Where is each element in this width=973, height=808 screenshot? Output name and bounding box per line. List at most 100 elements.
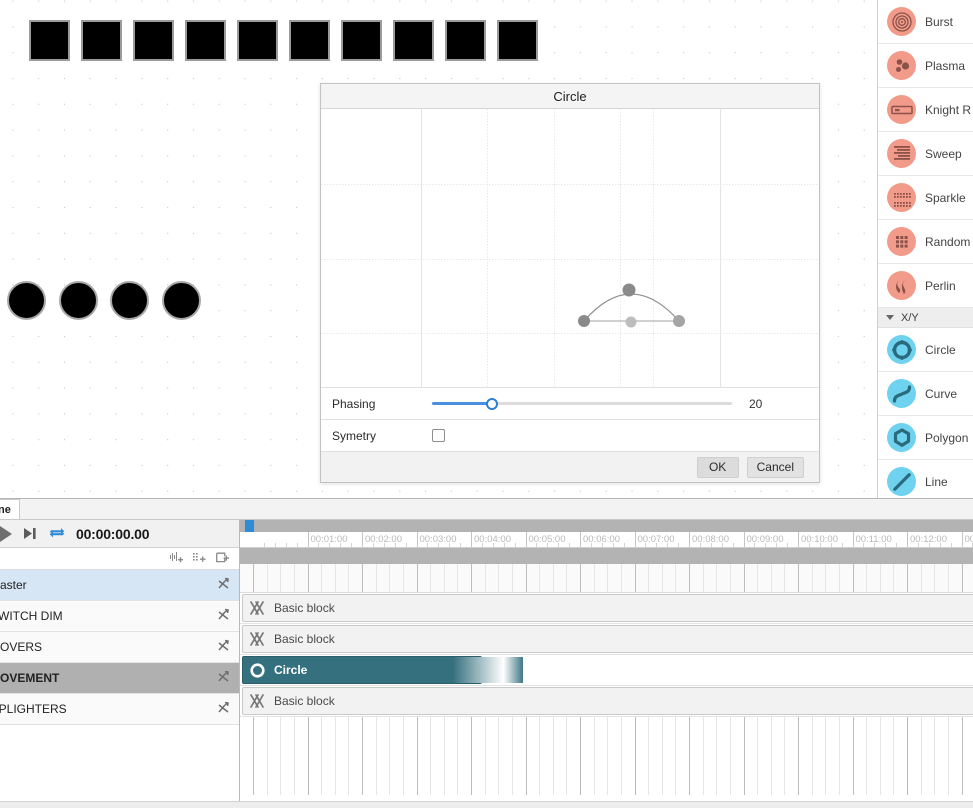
fixture-square[interactable] (393, 20, 434, 61)
fixture-square[interactable] (29, 20, 70, 61)
track-row-switch-dim[interactable]: SWITCH DIM (0, 601, 239, 632)
effect-item-burst[interactable]: Burst (878, 0, 973, 44)
timeline-gridline (634, 717, 636, 795)
track-row-uplighters[interactable]: UPLIGHTERS (0, 694, 239, 725)
timecode-display[interactable]: 00:00:00.00 (76, 526, 150, 542)
track-effect-icon[interactable] (217, 639, 230, 655)
circle-effect-dialog[interactable]: Circle Phasing 20 Symetry OK Cancel (320, 83, 820, 483)
ruler-tick-minor (547, 543, 549, 547)
track-effect-icon[interactable] (217, 670, 230, 686)
clip-lane[interactable]: Circle (240, 655, 973, 686)
ruler-tick-minor (351, 543, 353, 547)
fixture-circle[interactable] (59, 281, 98, 320)
ruler-tick-minor (874, 543, 876, 547)
fixture-square[interactable] (497, 20, 538, 61)
cancel-button[interactable]: Cancel (746, 456, 804, 478)
clip-lane[interactable]: Basic block (240, 686, 973, 717)
effect-item-perlin[interactable]: Perlin (878, 264, 973, 308)
slider-knob[interactable] (486, 397, 498, 410)
add-effect-track-icon[interactable] (193, 552, 207, 566)
timeline-clip[interactable]: Basic block (242, 594, 973, 622)
add-group-track-icon[interactable] (216, 552, 230, 566)
ruler-label: 00:01:00 (310, 534, 348, 545)
bezier-curve-graphic[interactable] (321, 109, 819, 387)
timeline-clip[interactable]: Basic block (242, 625, 973, 653)
dialog-curve-canvas[interactable] (321, 109, 819, 387)
track-row-movement[interactable]: MOVEMENT (0, 663, 239, 694)
fixture-square[interactable] (237, 20, 278, 61)
fixture-square[interactable] (289, 20, 330, 61)
timeline-gridline (893, 564, 895, 592)
dialog-row-phasing[interactable]: Phasing 20 (321, 387, 819, 419)
timeline-gridline (266, 717, 268, 795)
effect-item-plasma[interactable]: Plasma (878, 44, 973, 88)
effect-item-sweep[interactable]: Sweep (878, 132, 973, 176)
timeline-gridline (729, 564, 731, 592)
dialog-row-symetry[interactable]: Symetry (321, 419, 819, 451)
ruler-tick-minor (776, 543, 778, 547)
timeline-gridline (620, 564, 622, 592)
fixture-square[interactable] (133, 20, 174, 61)
fixture-circle[interactable] (110, 281, 149, 320)
track-effect-icon[interactable] (217, 701, 230, 717)
playhead-handle[interactable] (245, 520, 254, 532)
effect-item-circle[interactable]: Circle (878, 328, 973, 372)
plasma-icon (887, 51, 916, 80)
effect-item-line[interactable]: Line (878, 460, 973, 498)
symetry-checkbox[interactable] (432, 429, 445, 442)
timeline-gridline (539, 717, 541, 795)
fixture-square[interactable] (81, 20, 122, 61)
fixture-square[interactable] (341, 20, 382, 61)
timeline-gridline (729, 717, 731, 795)
timeline-scrollbar[interactable] (240, 520, 973, 532)
effect-group-xy[interactable]: X/Y (878, 308, 973, 328)
phasing-slider[interactable] (432, 393, 732, 415)
timeline-clip[interactable]: Circle (242, 656, 523, 684)
timeline-gridline (716, 717, 718, 795)
ruler-label: 00:09:00 (746, 534, 784, 545)
add-audio-track-icon[interactable] (170, 551, 184, 566)
loop-button[interactable] (49, 526, 65, 542)
timeline-clip[interactable]: Basic block (242, 687, 973, 715)
timeline-gridline (920, 717, 922, 795)
ruler-tick-minor (460, 543, 462, 547)
ruler-tick-minor (449, 543, 451, 547)
effect-label: Knight R (925, 102, 972, 117)
effect-item-knight-r[interactable]: Knight R (878, 88, 973, 132)
effects-panel[interactable]: Burst Plasma Knight R Sweep Sparkle Random… (877, 0, 973, 498)
track-row-movers[interactable]: MOVERS (0, 632, 239, 663)
effect-label: Circle (925, 342, 956, 357)
fixture-circle[interactable] (7, 281, 46, 320)
timeline-gridline (593, 564, 595, 592)
ruler-tick-minor (394, 543, 396, 547)
play-button[interactable] (0, 525, 12, 542)
line-icon (887, 467, 916, 496)
fixture-circle[interactable] (162, 281, 201, 320)
track-row-master[interactable]: Master (0, 570, 239, 601)
timeline-grid-panel[interactable]: 00:01:00 00:02:00 00:03:00 00:04:00 00:05:00… (240, 520, 973, 808)
go-to-end-button[interactable] (23, 527, 38, 540)
circle-icon (249, 662, 266, 679)
timeline-ruler[interactable]: 00:01:00 00:02:00 00:03:00 00:04:00 00:05:00… (240, 532, 973, 548)
effect-item-sparkle[interactable]: Sparkle (878, 176, 973, 220)
timeline-gridline (362, 717, 363, 795)
timeline-gridline (334, 717, 336, 795)
ruler-tick-minor (721, 543, 723, 547)
effect-item-random[interactable]: Random (878, 220, 973, 264)
fixture-square[interactable] (445, 20, 486, 61)
fixture-square[interactable] (185, 20, 226, 61)
effect-item-polygon[interactable]: Polygon (878, 416, 973, 460)
tab-timeline[interactable]: ne (0, 499, 20, 519)
clip-lane[interactable]: Basic block (240, 624, 973, 655)
timeline-gridline (430, 564, 432, 592)
timeline-empty-area[interactable] (240, 717, 973, 795)
timeline-gridline (648, 717, 650, 795)
ok-button[interactable]: OK (696, 456, 739, 478)
clip-fade-handle[interactable] (453, 657, 523, 683)
clip-lanes[interactable]: Basic block Basic block Circle Basic bloc… (240, 593, 973, 717)
track-effect-icon[interactable] (217, 608, 230, 624)
track-header-panel: 00:00:00.00 Master SWITCH DIM MOVERS MOV… (0, 520, 240, 808)
effect-item-curve[interactable]: Curve (878, 372, 973, 416)
track-effect-icon[interactable] (217, 577, 230, 593)
clip-lane[interactable]: Basic block (240, 593, 973, 624)
